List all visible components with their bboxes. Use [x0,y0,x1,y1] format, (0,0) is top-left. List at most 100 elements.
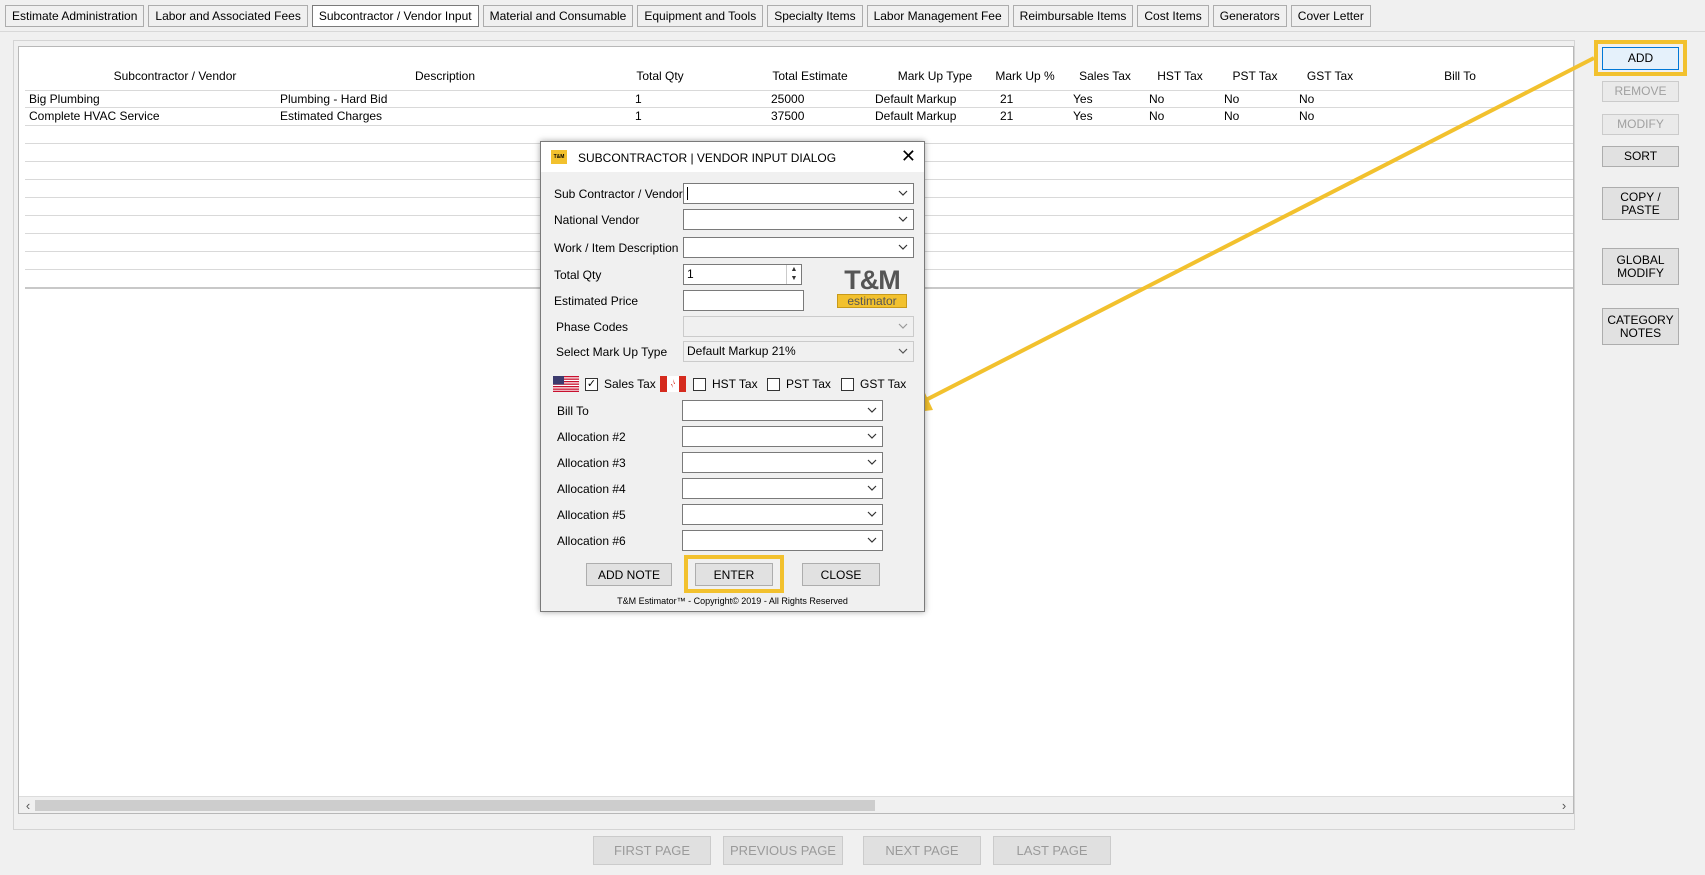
tab-strip: Estimate Administration Labor and Associ… [5,5,1371,28]
brand-main-text: T&M [844,265,900,295]
add-button[interactable]: ADD [1602,47,1679,70]
col-header-bill-to[interactable]: Bill To [1415,69,1505,83]
bill-to-label: Bill To [557,404,589,418]
tab-material-and-consumable[interactable]: Material and Consumable [482,5,634,27]
pst-tax-checkbox[interactable] [767,378,780,391]
sales-tax-label: Sales Tax [604,377,656,391]
copy-paste-button[interactable]: COPY / PASTE [1602,187,1679,220]
tab-equipment-and-tools[interactable]: Equipment and Tools [637,5,764,27]
scroll-left-icon[interactable]: ‹ [21,797,35,814]
allocation-4-combo[interactable] [682,478,883,499]
gst-tax-label: GST Tax [860,377,907,391]
col-header-sales-tax[interactable]: Sales Tax [1070,69,1140,83]
subcontractor-vendor-dialog: T&M SUBCONTRACTOR | VENDOR INPUT DIALOG … [540,141,925,612]
col-header-hst-tax[interactable]: HST Tax [1150,69,1210,83]
markup-type-label: Select Mark Up Type [556,345,668,359]
tab-divider [0,31,1705,32]
global-modify-label-2: MODIFY [1617,265,1664,280]
scrollbar-thumb[interactable] [35,800,875,811]
tab-reimbursable-items[interactable]: Reimbursable Items [1012,5,1134,27]
cell-description: Plumbing - Hard Bid [280,92,388,106]
horizontal-scrollbar[interactable]: ‹ › [19,796,1573,813]
cell-vendor: Complete HVAC Service [29,109,160,123]
chevron-down-icon [867,485,877,491]
scroll-right-icon[interactable]: › [1557,797,1571,814]
category-notes-label-2: NOTES [1619,325,1662,340]
tab-cost-items[interactable]: Cost Items [1137,5,1209,27]
cell-pst: No [1224,109,1240,123]
allocation-6-combo[interactable] [682,530,883,551]
chevron-down-icon [867,459,877,465]
chevron-down-icon [867,433,877,439]
total-qty-value: 1 [687,267,694,281]
bill-to-combo[interactable] [682,400,883,421]
national-vendor-combo[interactable] [683,209,914,230]
enter-button[interactable]: ENTER [695,563,773,586]
last-page-button[interactable]: LAST PAGE [993,836,1111,865]
allocation-2-combo[interactable] [682,426,883,447]
allocation-5-combo[interactable] [682,504,883,525]
spin-down-icon[interactable]: ▼ [787,274,801,283]
close-button[interactable]: CLOSE [802,563,880,586]
allocation-4-label: Allocation #4 [557,482,626,496]
work-item-description-combo[interactable] [683,237,914,258]
qty-spinner[interactable]: ▲ ▼ [786,265,801,284]
cell-hst: No [1149,109,1165,123]
col-header-markup-pct[interactable]: Mark Up % [985,69,1065,83]
add-note-button[interactable]: ADD NOTE [586,563,672,586]
pst-tax-label: PST Tax [786,377,831,391]
tab-labor-management-fee[interactable]: Labor Management Fee [866,5,1009,27]
phase-codes-combo[interactable] [683,316,914,337]
cell-estimate: 25000 [771,92,805,106]
subcontractor-vendor-combo[interactable] [683,183,914,204]
cell-description: Estimated Charges [280,109,383,123]
first-page-button[interactable]: FIRST PAGE [593,836,711,865]
markup-type-value: Default Markup 21% [687,344,796,358]
col-header-gst-tax[interactable]: GST Tax [1300,69,1360,83]
col-header-total-qty[interactable]: Total Qty [615,69,705,83]
close-icon[interactable]: ✕ [901,146,916,166]
modify-button[interactable]: MODIFY [1602,114,1679,135]
tab-specialty-items[interactable]: Specialty Items [767,5,863,27]
copy-paste-label-2: PASTE [1621,202,1660,217]
cell-markup-pct: 21 [1000,92,1014,106]
total-qty-stepper[interactable]: 1 ▲ ▼ [683,264,802,285]
chevron-down-icon [898,190,908,196]
spin-up-icon[interactable]: ▲ [787,265,801,274]
chevron-down-icon [867,511,877,517]
cell-gst: No [1299,92,1315,106]
markup-type-combo[interactable]: Default Markup 21% [683,341,914,362]
sales-tax-checkbox[interactable]: ✓ [585,378,598,391]
tab-labor-and-associated-fees[interactable]: Labor and Associated Fees [148,5,308,27]
remove-button[interactable]: REMOVE [1602,81,1679,102]
gst-tax-checkbox[interactable] [841,378,854,391]
tab-cover-letter[interactable]: Cover Letter [1290,5,1371,27]
copy-paste-label-1: COPY / [1620,189,1661,204]
sort-button[interactable]: SORT [1602,146,1679,167]
next-page-button[interactable]: NEXT PAGE [863,836,981,865]
chevron-down-icon [898,323,908,329]
previous-page-button[interactable]: PREVIOUS PAGE [723,836,843,865]
col-header-pst-tax[interactable]: PST Tax [1225,69,1285,83]
cell-markup-pct: 21 [1000,109,1014,123]
allocation-3-combo[interactable] [682,452,883,473]
tab-estimate-administration[interactable]: Estimate Administration [5,5,145,27]
app-logo-icon: T&M [551,150,567,164]
estimated-price-input[interactable] [683,290,804,311]
chevron-down-icon [867,407,877,413]
col-header-total-estimate[interactable]: Total Estimate [755,69,865,83]
col-header-vendor[interactable]: Subcontractor / Vendor [85,69,265,83]
allocation-3-label: Allocation #3 [557,456,626,470]
global-modify-button[interactable]: GLOBAL MODIFY [1602,248,1679,285]
tab-generators[interactable]: Generators [1212,5,1287,27]
grid-header: Subcontractor / Vendor Description Total… [25,53,1573,93]
allocation-6-label: Allocation #6 [557,534,626,548]
tab-subcontractor-vendor-input[interactable]: Subcontractor / Vendor Input [311,5,479,27]
hst-tax-checkbox[interactable] [693,378,706,391]
category-notes-button[interactable]: CATEGORY NOTES [1602,308,1679,345]
col-header-description[interactable]: Description [355,69,535,83]
subcontractor-vendor-label: Sub Contractor / Vendor [554,187,683,201]
national-vendor-label: National Vendor [554,213,640,227]
hst-tax-label: HST Tax [712,377,758,391]
col-header-markup-type[interactable]: Mark Up Type [885,69,985,83]
